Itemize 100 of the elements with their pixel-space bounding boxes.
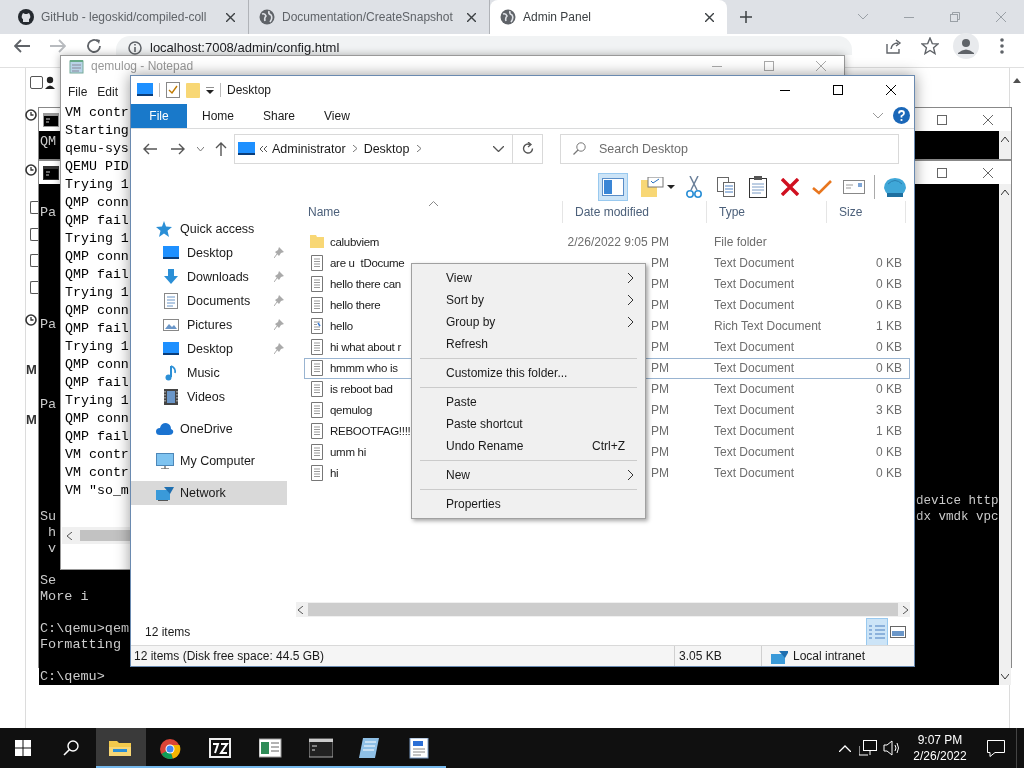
column-header[interactable]: Name [296,200,563,223]
nav-item[interactable]: Music [131,360,287,385]
nav-item[interactable]: Network [131,480,287,505]
search-icon [63,740,79,756]
scroll-up-icon[interactable] [1001,137,1009,142]
file-tab[interactable]: File [131,104,187,128]
checkbox[interactable] [30,201,38,214]
ribbon-tab[interactable]: Share [249,104,310,128]
text-line: VM contr [65,464,129,482]
menu-item[interactable]: Group by [412,311,645,333]
dropdown-icon[interactable] [206,86,214,94]
nav-item[interactable]: Desktop [131,336,287,361]
column-header[interactable]: Date modified [563,200,707,223]
close-icon [704,12,714,22]
chevron-right-icon[interactable] [416,145,421,153]
file-size: 1 KB [875,423,903,441]
scroll-up-icon[interactable] [1001,190,1009,195]
nav-item[interactable]: Documents [131,288,287,313]
scrollbar[interactable] [999,184,1011,685]
scrollbar[interactable] [999,131,1011,159]
nav-label: Downloads [187,268,249,286]
search-field[interactable]: Search Desktop [560,133,899,164]
menu-item[interactable]: Sort by [412,289,645,311]
nav-item[interactable]: Downloads [131,264,287,289]
menu-item[interactable]: Customize this folder... [412,362,645,384]
file-date: PM [651,255,669,273]
nav-item[interactable]: My Computer [131,448,287,473]
clipboard-icon [749,175,767,198]
help-icon[interactable] [893,107,910,125]
text-line: QMP fail [65,320,129,338]
menu-item[interactable]: New [412,464,645,486]
file-type: Text Document [713,360,796,378]
nav-item[interactable]: Videos [131,384,287,409]
clock[interactable]: 9:07 PM 2/26/2022 [904,728,976,768]
speaker-icon [883,740,901,756]
file-type: Text Document [713,381,796,399]
file-date: PM [651,444,669,462]
checkbox[interactable] [30,228,38,241]
browser-tab[interactable]: Admin Panel [490,0,727,34]
horizontal-scrollbar[interactable] [296,602,910,618]
console-line: Se [40,573,57,589]
text-file-icon [310,465,324,482]
expand-ribbon-icon[interactable] [873,112,883,119]
file-type: Text Document [713,402,796,420]
ribbon-tab[interactable]: View [310,104,364,128]
menu-item[interactable]: Refresh [412,333,645,355]
console-line: C:\qemu>qem [40,621,130,637]
preview-pane-button[interactable] [598,172,628,201]
maximize-icon [937,167,947,178]
back-arrow-icon [143,142,157,155]
horizontal-scrollbar[interactable] [62,527,130,544]
menu-item[interactable]: Paste [412,391,645,413]
file-name: are u tDocume [330,255,405,271]
menu-item[interactable]: Edit [93,82,123,101]
cloud-icon [156,420,174,437]
nav-item[interactable]: Pictures [131,312,287,337]
chevron-down-icon[interactable] [493,145,504,152]
globe-icon [500,9,516,25]
nav-item[interactable]: Desktop [131,240,287,265]
menu-item[interactable]: Properties [412,493,645,515]
maximize-icon [937,114,947,125]
nav-item[interactable]: OneDrive [131,416,287,441]
breadcrumb[interactable]: Desktop [363,139,410,159]
scroll-left-icon[interactable] [298,605,303,614]
address-bar[interactable]: localhost:7008/admin/config.html [116,36,852,55]
properties-icon[interactable] [166,82,180,98]
file-name: hi what about r [330,339,401,355]
chevron-right-icon[interactable] [352,145,357,153]
text-line: Trying 1 [65,392,129,410]
monitor-icon [163,244,181,261]
console-line: Pa [40,205,57,221]
file-type: Text Document [713,423,796,441]
column-header[interactable]: Type [707,200,827,223]
chevron-down-icon [196,146,204,151]
scroll-left-icon[interactable] [67,531,72,540]
text-line: VM "so_m [65,482,129,500]
menu-item[interactable]: File [64,82,92,101]
document-icon [163,292,181,309]
sort-caret-icon[interactable] [429,200,438,206]
scroll-down-icon[interactable] [1001,674,1009,679]
address-field[interactable]: Administrator Desktop [234,133,513,164]
ribbon-tab[interactable]: Home [188,104,248,128]
refresh-button[interactable] [513,133,543,164]
taskbar-app[interactable] [96,728,146,768]
checkbox[interactable] [30,281,38,294]
nav-label: Documents [187,292,251,310]
download-arrow-icon [163,268,181,285]
menu-item[interactable]: Undo Rename Ctrl+Z [412,435,645,457]
breadcrumb[interactable]: Administrator [272,139,346,159]
column-header[interactable]: Size [827,200,906,223]
scroll-up-icon[interactable] [1013,78,1021,83]
copy-icon [717,176,735,197]
checkbox[interactable] [30,254,38,267]
menu-item[interactable]: View [412,267,645,289]
window-title: qemulog - Notepad [91,57,194,75]
checkbox[interactable] [30,76,43,89]
menu-item[interactable]: Paste shortcut [412,413,645,435]
scroll-right-icon[interactable] [903,605,908,614]
file-name: is reboot bad [330,381,393,397]
nav-item[interactable]: Quick access [131,216,287,241]
